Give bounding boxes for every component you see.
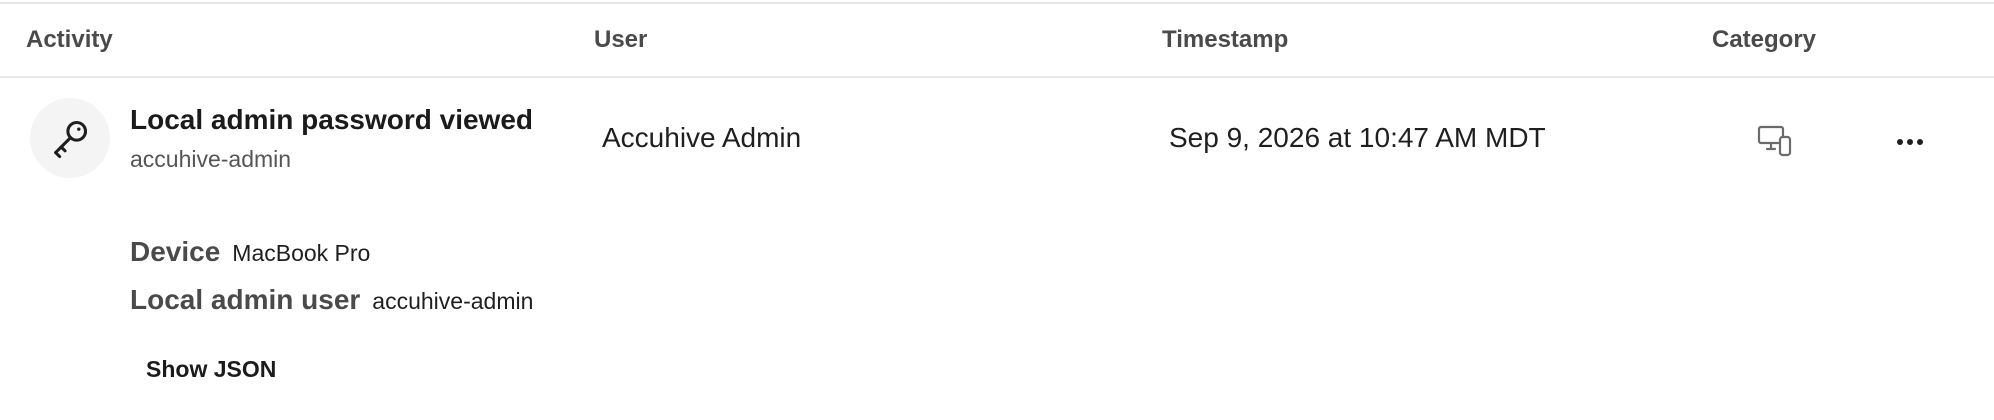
more-horizontal-icon — [1897, 139, 1923, 145]
key-icon — [54, 120, 88, 159]
user-cell: Accuhive Admin — [602, 122, 802, 153]
activity-avatar — [30, 98, 110, 178]
header-timestamp[interactable]: Timestamp — [1162, 4, 1288, 76]
detail-value-device: MacBook Pro — [232, 240, 371, 266]
detail-local-admin-user: Local admin user accuhive-admin — [130, 284, 533, 316]
header-category[interactable]: Category — [1712, 4, 1816, 76]
timestamp-cell: Sep 9, 2026 at 10:47 AM MDT — [1169, 122, 1546, 153]
table-header: Activity User Timestamp Category — [0, 4, 1994, 78]
activity-subtitle: accuhive-admin — [130, 146, 292, 172]
header-activity[interactable]: Activity — [26, 4, 113, 76]
detail-label-local-admin-user: Local admin user — [130, 284, 361, 315]
devices-icon — [1757, 125, 1792, 157]
more-options-button[interactable] — [1890, 122, 1930, 162]
header-user[interactable]: User — [594, 4, 647, 76]
detail-value-local-admin-user: accuhive-admin — [372, 288, 534, 314]
table-row[interactable]: Local admin password viewed accuhive-adm… — [0, 78, 1994, 420]
detail-device: Device MacBook Pro — [130, 236, 370, 268]
detail-label-device: Device — [130, 236, 221, 267]
show-json-button[interactable]: Show JSON — [146, 356, 276, 383]
activity-title: Local admin password viewed — [130, 104, 534, 135]
activity-log-page: Activity User Timestamp Category Local a… — [0, 0, 1994, 420]
